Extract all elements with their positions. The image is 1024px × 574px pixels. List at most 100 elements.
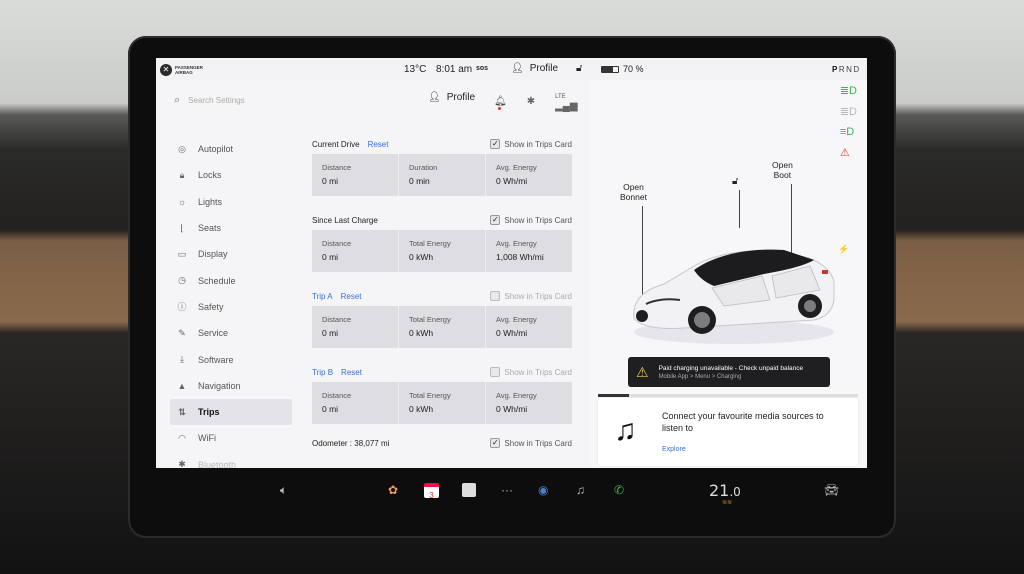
open-boot-button[interactable]: Open Boot	[772, 160, 793, 180]
checkbox-checked[interactable]: ✓	[490, 215, 501, 225]
stat-value: 0 mi	[322, 252, 339, 262]
steering-wheel-icon: ◎	[178, 143, 186, 154]
trip-a-card: Distance 0 mi Total Energy 0 kWh Avg. Ener…	[312, 306, 572, 348]
trip-b-show-toggle[interactable]: Show in Trips Card	[490, 367, 572, 377]
calendar-icon[interactable]: 3	[424, 483, 439, 500]
checkbox-unchecked[interactable]	[490, 367, 501, 377]
sidebar-item-navigation[interactable]: ▲ Navigation	[170, 373, 292, 399]
alert-path: Mobile App > Menu > Charging	[658, 373, 742, 380]
stat-label: Duration	[409, 163, 438, 172]
sidebar-item-lights[interactable]: ☼ Lights	[170, 189, 292, 215]
since-last-charge-show-toggle[interactable]: ✓ Show in Trips Card	[490, 215, 572, 225]
search-input[interactable]: Search Settings	[188, 96, 244, 105]
stat-label: Avg. Energy	[496, 315, 537, 324]
trip-a-show-toggle[interactable]: Show in Trips Card	[490, 291, 572, 301]
trip-a-header: Trip A Reset Show in Trips Card	[312, 288, 572, 304]
status-profile-label: Profile	[529, 63, 559, 74]
lock-icon: 🔒︎	[179, 169, 185, 180]
sidebar-item-service[interactable]: ✎ Service	[170, 320, 292, 346]
stat-value: 0 kWh	[409, 328, 434, 338]
trip-b-reset-button[interactable]: Reset	[341, 368, 362, 377]
charging-alert[interactable]: ⚠ Paid charging unavailable - Check unpa…	[628, 357, 830, 387]
stat-value: 0 Wh/mi	[496, 404, 528, 414]
stat-value: 0 kWh	[409, 404, 434, 414]
bluetooth-icon[interactable]: ✱	[527, 96, 535, 107]
sos-button[interactable]: sos	[476, 65, 488, 72]
stat-label: Distance	[322, 315, 352, 324]
toybox-icon[interactable]: ✿	[388, 483, 398, 497]
sidebar-item-safety[interactable]: ⓘ Safety	[170, 294, 292, 320]
sidebar-item-locks[interactable]: 🔒︎ Locks	[170, 162, 292, 188]
phone-icon[interactable]: ✆	[614, 483, 624, 497]
trip-a-title[interactable]: Trip A	[312, 292, 333, 301]
media-player-card[interactable]: ♫ Connect your favourite media sources t…	[598, 394, 858, 466]
battery-percent: 70 %	[623, 64, 644, 74]
open-bonnet-button[interactable]: Open Bonnet	[620, 182, 647, 202]
music-icon[interactable]: ♫	[576, 483, 585, 497]
sidebar-item-trips[interactable]: ⇅ Trips	[170, 398, 292, 426]
car-3d-model[interactable]	[624, 220, 844, 350]
profile-button[interactable]: 👤︎ Profile	[428, 92, 475, 103]
airbag-icon: ✕	[160, 64, 172, 76]
status-profile-button[interactable]: 👤︎ Profile	[511, 63, 558, 74]
download-icon: ⤓	[180, 354, 184, 365]
headlight-icon: ≣D	[839, 85, 857, 97]
seat-heater-icon[interactable]: ≋≋	[722, 499, 732, 506]
explore-link[interactable]: Explore	[662, 446, 686, 453]
stat-label: Distance	[322, 163, 352, 172]
unlock-icon[interactable]: 🔓︎	[732, 176, 738, 187]
app-dock: 🔈︎ ✿ 3 ··· ◉ ♫ ✆ 21.0 ≋≋ 🚘︎	[156, 473, 867, 509]
stat-label: Total Energy	[409, 239, 451, 248]
settings-panel: ⌕ Search Settings 👤︎ Profile 🔔︎ ✱ LTE ▂▄…	[156, 80, 590, 468]
telltale-indicators: ≣D ≣D ≡D ⚠	[840, 84, 857, 159]
sidebar-item-bluetooth[interactable]: ✱ Bluetooth	[170, 452, 292, 468]
volume-icon[interactable]: 🔈︎	[280, 483, 287, 498]
search-icon: ⌕	[174, 94, 181, 106]
current-drive-header: Current Drive Reset ✓ Show in Trips Card	[312, 136, 572, 152]
notes-icon[interactable]	[462, 483, 476, 497]
sidebar-item-seats[interactable]: ⌊ Seats	[170, 215, 292, 241]
fog-light-icon: ≡D	[839, 126, 855, 138]
vehicle-panel: ≣D ≣D ≡D ⚠ Open Boot Open Bonnet 🔓︎ ⚡ ⚠ …	[590, 80, 867, 468]
parking-light-icon: ≣D	[839, 106, 857, 118]
passenger-airbag-indicator: ✕ PASSENGER AIRBAG	[160, 64, 203, 76]
search-settings[interactable]: ⌕ Search Settings	[174, 94, 245, 107]
trip-b-title[interactable]: Trip B	[312, 368, 333, 377]
odometer-label: Odometer :	[312, 438, 353, 448]
stat-label: Distance	[322, 239, 352, 248]
car-icon[interactable]: 🚘︎	[824, 483, 839, 497]
current-drive-show-toggle[interactable]: ✓ Show in Trips Card	[490, 139, 572, 149]
checkbox-unchecked[interactable]	[490, 291, 501, 301]
sidebar-item-schedule[interactable]: ◷ Schedule	[170, 267, 292, 293]
status-bar: ✕ PASSENGER AIRBAG 13°C 8:01 am sos 👤︎ Pr…	[156, 58, 867, 80]
stat-value: 1,008 Wh/mi	[496, 252, 544, 262]
unlock-icon[interactable]: 🔓︎	[576, 63, 582, 74]
gear-p: P	[832, 65, 839, 74]
person-icon: 👤︎	[511, 63, 524, 74]
airbag-label-2: AIRBAG	[175, 70, 193, 75]
trip-a-reset-button[interactable]: Reset	[341, 292, 362, 301]
checkbox-checked[interactable]: ✓	[490, 139, 501, 149]
stat-value: 0 mi	[322, 404, 339, 414]
odometer-show-toggle[interactable]: ✓ Show in Trips Card	[490, 438, 572, 448]
stat-label: Total Energy	[409, 391, 451, 400]
outside-temperature: 13°C	[404, 64, 427, 75]
sidebar-item-wifi[interactable]: ◠ WiFi	[170, 425, 292, 451]
camera-icon[interactable]: ◉	[538, 483, 548, 497]
odometer-row: Odometer : 38,077 mi ✓ Show in Trips Card	[312, 436, 572, 450]
sidebar-item-autopilot[interactable]: ◎ Autopilot	[170, 136, 292, 162]
current-drive-reset-button[interactable]: Reset	[368, 140, 389, 149]
bell-icon[interactable]: 🔔︎	[494, 96, 507, 110]
sidebar-item-software[interactable]: ⤓ Software	[170, 346, 292, 372]
more-apps-icon[interactable]: ···	[501, 483, 513, 497]
sidebar-item-display[interactable]: ▭ Display	[170, 241, 292, 267]
gear-selector: PRND	[832, 65, 861, 74]
trip-b-header: Trip B Reset Show in Trips Card	[312, 364, 572, 380]
seatbelt-warning-icon: ⚠	[839, 147, 850, 159]
checkbox-checked[interactable]: ✓	[490, 438, 501, 448]
climate-temperature[interactable]: 21.0	[709, 481, 741, 500]
stat-label: Distance	[322, 391, 352, 400]
navigation-icon: ▲	[177, 380, 187, 391]
current-drive-card: Distance 0 mi Duration 0 min Avg. Energy 0 …	[312, 154, 572, 196]
music-note-icon: ♫	[614, 414, 637, 447]
